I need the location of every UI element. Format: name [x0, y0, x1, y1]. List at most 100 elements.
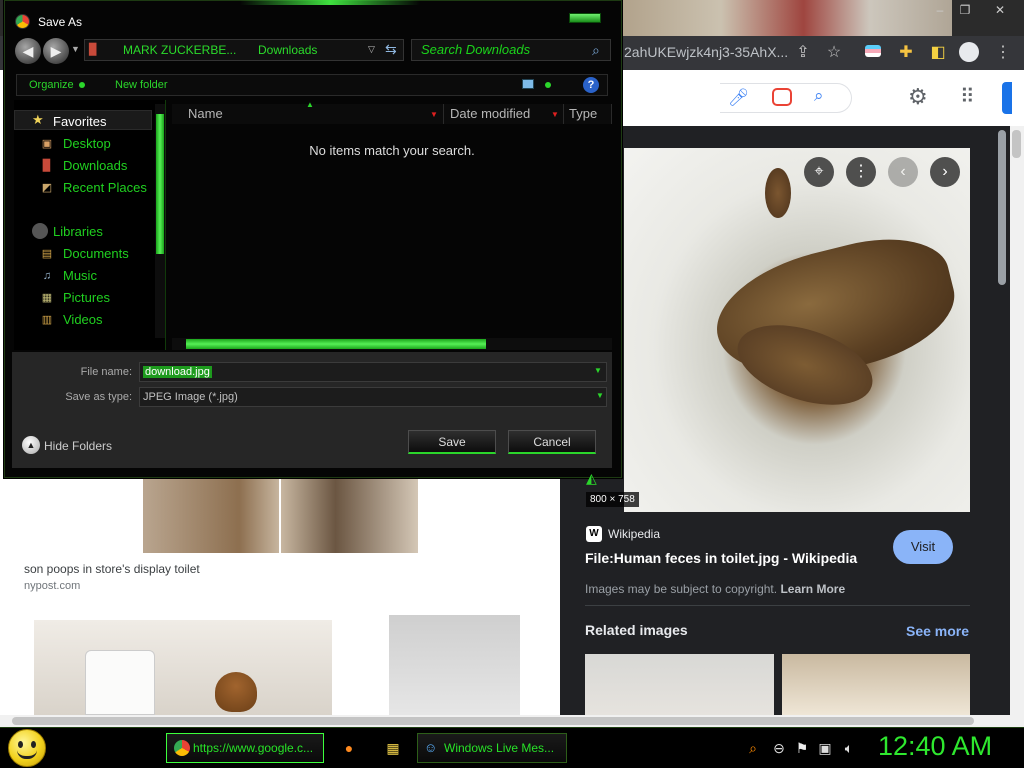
- search-downloads-input[interactable]: Search Downloads: [411, 39, 611, 61]
- nav-scrollbar-thumb[interactable]: [156, 114, 164, 254]
- file-name-input[interactable]: download.jpg: [139, 362, 607, 382]
- related-image-1[interactable]: [585, 654, 774, 715]
- history-chevron-icon[interactable]: ▼: [71, 44, 80, 54]
- see-more-link[interactable]: See more: [906, 623, 969, 639]
- extensions-puzzle-icon[interactable]: ✚: [895, 42, 917, 64]
- thumbnail-divider: [279, 478, 281, 553]
- forward-icon[interactable]: ▶: [43, 38, 69, 64]
- hide-folders-button[interactable]: Hide Folders: [44, 439, 112, 453]
- related-image-2[interactable]: [782, 654, 970, 715]
- nav-downloads[interactable]: Downloads: [63, 158, 127, 173]
- nav-documents[interactable]: Documents: [63, 246, 129, 261]
- view-icon[interactable]: [522, 79, 534, 89]
- search-tray-icon[interactable]: ⌕: [744, 739, 762, 757]
- nav-pictures[interactable]: Pictures: [63, 290, 110, 305]
- restore-icon[interactable]: ❐: [955, 2, 975, 18]
- page-scrollbar[interactable]: [1010, 126, 1024, 715]
- back-icon[interactable]: ◀: [15, 38, 41, 64]
- result-thumbnail-3[interactable]: [389, 615, 520, 715]
- page-scrollbar-thumb[interactable]: [1012, 130, 1021, 158]
- column-type[interactable]: Type: [564, 104, 612, 124]
- save-type-label: Save as type:: [65, 391, 132, 403]
- file-name-value[interactable]: download.jpg: [143, 366, 212, 378]
- copyright-note: Images may be subject to copyright. Lear…: [585, 582, 845, 596]
- pictures-icon: ▦: [41, 292, 53, 304]
- source-name[interactable]: Wikipedia: [608, 527, 660, 541]
- nav-videos[interactable]: Videos: [63, 312, 103, 327]
- signin-button-edge[interactable]: [1002, 82, 1012, 114]
- menu-dots-icon[interactable]: ⋮: [992, 42, 1014, 64]
- view-menu-indicator-icon[interactable]: [545, 82, 551, 88]
- poop-emoji-image: [215, 672, 257, 712]
- smiley-eye-icon: [18, 741, 23, 748]
- search-icon[interactable]: ⌕: [592, 42, 600, 59]
- lens-icon[interactable]: [772, 88, 792, 106]
- help-icon[interactable]: ?: [583, 77, 599, 93]
- flag-extension-icon[interactable]: [862, 42, 884, 64]
- organize-button[interactable]: Organize: [29, 79, 74, 91]
- minimize-icon[interactable]: –: [930, 2, 950, 18]
- visit-button[interactable]: Visit: [893, 530, 953, 564]
- result-thumbnail-2[interactable]: [34, 620, 332, 715]
- start-button[interactable]: [8, 729, 46, 767]
- save-type-select[interactable]: JPEG Image (*.jpg): [139, 387, 607, 407]
- nav-desktop[interactable]: Desktop: [63, 136, 111, 151]
- new-folder-button[interactable]: New folder: [115, 79, 168, 91]
- path-breadcrumb[interactable]: ▉ MARK ZUCKERBE... Downloads ▽ ⇆: [84, 39, 404, 61]
- file-list-hscrollbar-thumb[interactable]: [186, 339, 486, 349]
- save-type-dropdown-icon[interactable]: ▼: [596, 391, 604, 400]
- result-source-1[interactable]: nypost.com: [24, 580, 80, 592]
- close-icon[interactable]: ✕: [990, 2, 1010, 18]
- preview-title[interactable]: File:Human feces in toilet.jpg - Wikiped…: [585, 550, 857, 566]
- file-name-dropdown-icon[interactable]: ▼: [594, 366, 602, 375]
- action-center-flag-icon[interactable]: ⚑: [793, 739, 811, 757]
- path-segment-downloads[interactable]: Downloads: [258, 43, 317, 57]
- column-date-modified[interactable]: Date modified: [444, 104, 564, 124]
- previous-icon[interactable]: ‹: [888, 157, 918, 187]
- file-explorer-icon[interactable]: ▦: [384, 739, 402, 757]
- smiley-eye-icon: [31, 741, 36, 748]
- taskbar-messenger-button[interactable]: Windows Live Mes...: [417, 733, 567, 763]
- address-url[interactable]: 2ahUKEwjzk4nj3-35AhX...: [624, 44, 788, 60]
- path-segment-user[interactable]: MARK ZUCKERBE...: [123, 43, 236, 57]
- horizontal-scrollbar-thumb[interactable]: [12, 717, 974, 725]
- lens-search-icon[interactable]: ⌖: [804, 157, 834, 187]
- refresh-icon[interactable]: ⇆: [385, 41, 397, 58]
- tray-minus-icon[interactable]: ⊖: [770, 739, 788, 757]
- favorites-header[interactable]: Favorites: [53, 114, 106, 129]
- network-icon[interactable]: ▣: [816, 739, 834, 757]
- search-icon[interactable]: ⌕: [814, 86, 824, 106]
- dialog-title: Save As: [38, 15, 83, 29]
- panel-scrollbar-thumb[interactable]: [998, 130, 1006, 285]
- gear-icon[interactable]: ⚙: [908, 84, 928, 110]
- save-button[interactable]: Save: [408, 430, 496, 454]
- sidebar-icon[interactable]: ◧: [927, 42, 949, 64]
- related-images-heading: Related images: [585, 622, 688, 638]
- learn-more-link[interactable]: Learn More: [780, 582, 845, 596]
- nav-recent-places[interactable]: Recent Places: [63, 180, 147, 195]
- close-glow-button[interactable]: [569, 13, 601, 23]
- apps-grid-icon[interactable]: ⠿: [960, 84, 975, 109]
- profile-icon[interactable]: [958, 42, 980, 64]
- column-date-sort-icon[interactable]: ▼: [551, 110, 559, 119]
- next-icon[interactable]: ›: [930, 157, 960, 187]
- volume-icon[interactable]: 🔈︎: [840, 739, 858, 757]
- share-icon[interactable]: ⇪: [792, 42, 814, 64]
- result-caption-1[interactable]: son poops in store's display toilet: [24, 562, 200, 576]
- path-dropdown-icon[interactable]: ▽: [368, 44, 375, 55]
- nav-libraries[interactable]: Libraries: [53, 224, 103, 239]
- videos-icon: ▥: [41, 314, 53, 326]
- libraries-icon: [32, 223, 48, 239]
- hide-folders-icon[interactable]: ▲: [22, 436, 40, 454]
- wikipedia-icon: W: [586, 526, 602, 542]
- more-options-icon[interactable]: ⋮: [846, 157, 876, 187]
- taskbar-clock[interactable]: 12:40 AM: [878, 731, 992, 762]
- column-name-sort-icon[interactable]: ▼: [430, 110, 438, 119]
- empty-message: No items match your search.: [309, 143, 475, 158]
- resize-grip-icon[interactable]: ◭: [586, 470, 597, 487]
- mic-icon[interactable]: 🎤︎: [728, 88, 750, 108]
- bookmark-star-icon[interactable]: ☆: [823, 42, 845, 64]
- nav-music[interactable]: Music: [63, 268, 97, 283]
- firefox-icon[interactable]: ●: [340, 739, 358, 757]
- cancel-button[interactable]: Cancel: [508, 430, 596, 454]
